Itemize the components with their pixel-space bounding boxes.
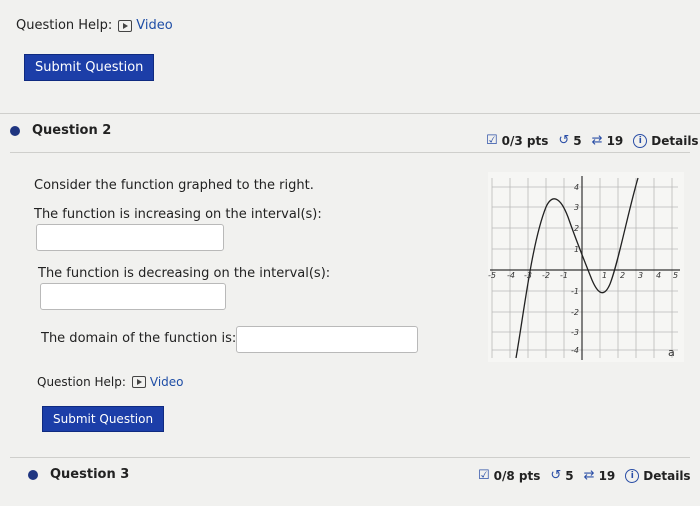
video-label: Video [136, 18, 173, 33]
decreasing-label: The function is decreasing on the interv… [38, 266, 331, 281]
attempts-icon: ⇄ [583, 468, 595, 483]
y-tick-label: 3 [574, 203, 579, 212]
x-tick-label: -2 [542, 271, 550, 280]
question-divider [10, 152, 690, 153]
points-text: 0/3 pts [501, 133, 549, 148]
domain-label: The domain of the function is: [41, 331, 237, 346]
video-link[interactable]: Video [118, 18, 173, 33]
decreasing-input[interactable] [40, 283, 226, 310]
section-divider [10, 457, 690, 458]
info-icon: i [625, 468, 640, 483]
attempts-count: 19 [598, 468, 616, 483]
y-tick-label: 4 [574, 183, 579, 192]
info-icon: i [633, 133, 648, 148]
question-2-header: Question 2 [10, 123, 111, 138]
play-video-icon [131, 376, 146, 388]
domain-input[interactable] [236, 326, 418, 353]
question-2-help: Question Help: Video [37, 375, 184, 389]
play-video-icon [118, 19, 133, 32]
y-tick-label: -3 [571, 328, 579, 337]
video-link[interactable]: Video [131, 375, 184, 389]
question-help-label: Question Help: [16, 18, 113, 33]
details-link[interactable]: Details [651, 134, 698, 148]
y-tick-label: -4 [571, 346, 579, 355]
x-tick-label: 2 [620, 271, 625, 280]
x-tick-label: -4 [507, 271, 515, 280]
retries-count: 5 [573, 133, 582, 148]
question-bullet-icon [28, 469, 38, 480]
details-link[interactable]: Details [643, 469, 690, 483]
increasing-input[interactable] [36, 224, 224, 251]
graph-background [488, 172, 684, 362]
attempts-icon: ⇄ [591, 133, 603, 148]
x-tick-label: -5 [488, 271, 496, 280]
attempts-count: 19 [606, 133, 624, 148]
question-3-meta: ☑ 0/8 pts ↺ 5 ⇄ 19 i Details [478, 468, 691, 483]
submit-question-button[interactable]: Submit Question [24, 54, 155, 81]
question-3-title: Question 3 [50, 467, 130, 482]
x-tick-label: 4 [656, 271, 661, 280]
section-divider [0, 113, 700, 114]
question-bullet-icon [10, 125, 20, 136]
x-tick-label: 1 [602, 271, 607, 280]
retry-icon: ↺ [558, 133, 570, 148]
submit-question-2-button[interactable]: Submit Question [42, 406, 165, 432]
question-prompt: Consider the function graphed to the rig… [34, 178, 314, 193]
question-2-title: Question 2 [32, 123, 112, 138]
y-tick-label: -2 [571, 308, 579, 317]
y-tick-label: 2 [574, 224, 579, 233]
increasing-label: The function is increasing on the interv… [34, 207, 322, 222]
video-label: Video [149, 375, 184, 389]
checkbox-icon: ☑ [478, 468, 490, 483]
y-tick-label: 1 [574, 245, 579, 254]
top-question-help: Question Help: Video [16, 18, 173, 33]
retry-icon: ↺ [550, 468, 562, 483]
points-text: 0/8 pts [493, 468, 541, 483]
checkbox-icon: ☑ [486, 133, 498, 148]
y-tick-label: -1 [571, 287, 579, 296]
x-tick-label: 3 [638, 271, 643, 280]
question-2-meta: ☑ 0/3 pts ↺ 5 ⇄ 19 i Details [486, 133, 699, 148]
x-tick-label: 5 [673, 271, 678, 280]
question-help-label: Question Help: [37, 375, 126, 389]
retries-count: 5 [565, 468, 574, 483]
x-tick-label: -3 [524, 271, 532, 280]
end-marker-label: a [668, 346, 675, 359]
question-3-header: Question 3 [28, 467, 129, 482]
x-tick-label: -1 [560, 271, 568, 280]
function-graph: -5 -4 -3 -2 -1 1 2 3 4 5 4 3 2 1 -1 -2 -… [488, 172, 684, 362]
